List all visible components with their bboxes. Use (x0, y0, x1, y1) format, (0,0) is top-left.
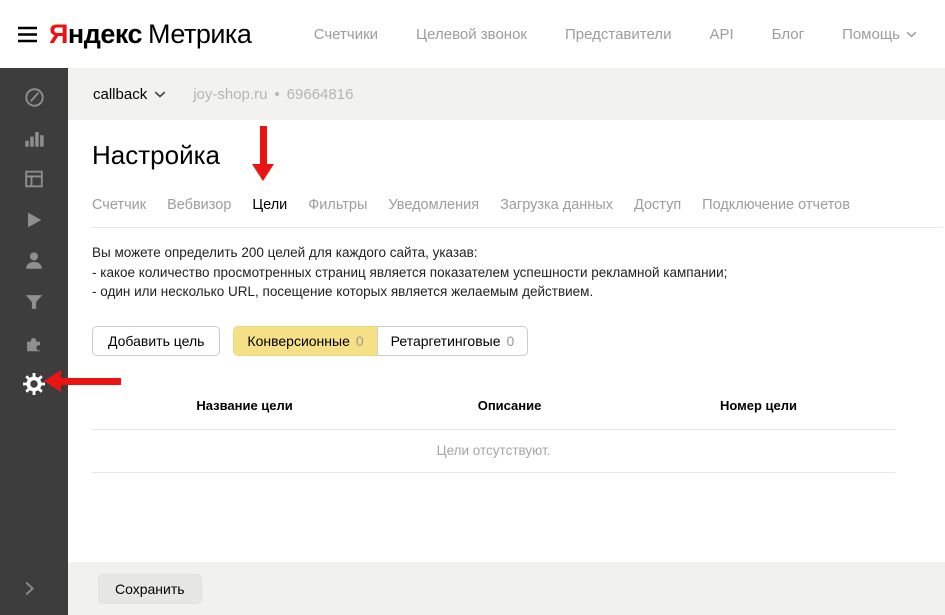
counter-name: callback (93, 86, 147, 103)
annotation-arrow-down-icon (252, 126, 274, 181)
tab-notifications[interactable]: Уведомления (388, 197, 479, 213)
widgets-layout-icon[interactable] (22, 167, 46, 191)
tab-reports-connection[interactable]: Подключение отчетов (702, 197, 850, 213)
nav-counters-label: Счетчики (314, 26, 378, 43)
counter-id: 69664816 (287, 86, 354, 103)
tab-filters[interactable]: Фильтры (308, 197, 367, 213)
column-description: Описание (397, 398, 622, 413)
nav-blog-label: Блог (772, 26, 804, 43)
counter-bar: callback joy-shop.ru • 69664816 (68, 68, 945, 120)
logo-word2: Метрика (148, 19, 251, 49)
settings-tabs: Счетчик Вебвизор Цели Фильтры Уведомлени… (92, 197, 945, 213)
counter-site-info: joy-shop.ru • 69664816 (193, 86, 353, 103)
nav-blog[interactable]: Блог (772, 26, 804, 43)
reports-bar-chart-icon[interactable] (22, 126, 46, 150)
nav-counters[interactable]: Счетчики (314, 26, 378, 43)
page-title: Настройка (92, 140, 945, 171)
hamburger-menu-icon[interactable] (15, 22, 39, 46)
counter-separator: • (274, 86, 279, 103)
nav-representatives[interactable]: Представители (565, 26, 671, 43)
tab-access[interactable]: Доступ (634, 197, 681, 213)
webvisor-play-icon[interactable] (22, 208, 46, 232)
chevron-down-icon (154, 91, 166, 98)
goals-empty-text: Цели отсутствуют. (437, 443, 551, 458)
chevron-down-icon (906, 31, 917, 38)
column-goal-name: Название цели (92, 398, 397, 413)
conversion-goals-count: 0 (356, 333, 364, 349)
nav-help-label: Помощь (842, 26, 900, 43)
tabs-divider (90, 227, 943, 228)
goals-description-intro: Вы можете определить 200 целей для каждо… (92, 243, 945, 263)
nav-target-call[interactable]: Целевой звонок (416, 26, 527, 43)
nav-api[interactable]: API (709, 26, 733, 43)
top-header: ЯндексМетрика Счетчики Целевой звонок Пр… (0, 0, 945, 68)
yandex-metrica-logo[interactable]: ЯндексМетрика (49, 19, 251, 50)
settings-content: Настройка Счетчик Вебвизор Цели Фильтры … (68, 120, 945, 562)
nav-target-call-label: Целевой звонок (416, 26, 527, 43)
goals-description: Вы можете определить 200 целей для каждо… (92, 243, 945, 302)
tab-webvisor[interactable]: Вебвизор (167, 197, 231, 213)
nav-api-label: API (709, 26, 733, 43)
goals-table: Название цели Описание Номер цели Цели о… (92, 398, 895, 473)
add-goal-button[interactable]: Добавить цель (92, 326, 220, 356)
tab-goals[interactable]: Цели (252, 197, 287, 213)
save-button[interactable]: Сохранить (98, 574, 202, 604)
logo-letter: Я (49, 19, 68, 49)
conversion-goals-label: Конверсионные (247, 333, 349, 349)
logo-word1: ндекс (68, 19, 142, 49)
sidebar (0, 68, 68, 615)
counter-selector[interactable]: callback (93, 86, 166, 103)
goals-empty-state: Цели отсутствуют. (92, 429, 895, 473)
top-nav: Счетчики Целевой звонок Представители AP… (314, 26, 945, 43)
nav-representatives-label: Представители (565, 26, 671, 43)
visitors-person-icon[interactable] (22, 249, 46, 273)
settings-gear-icon[interactable] (22, 372, 46, 396)
goal-type-toggle: Конверсионные 0 Ретаргетинговые 0 (233, 326, 528, 356)
dashboard-speedometer-icon[interactable] (22, 85, 46, 109)
goals-table-header: Название цели Описание Номер цели (92, 398, 895, 429)
sidebar-expand-chevron-icon[interactable] (24, 581, 35, 601)
counter-site: joy-shop.ru (193, 86, 267, 103)
goals-actions-row: Добавить цель Конверсионные 0 Ретаргетин… (92, 326, 945, 356)
footer-bar: Сохранить (68, 562, 945, 615)
segments-funnel-icon[interactable] (22, 290, 46, 314)
integrations-puzzle-icon[interactable] (22, 331, 46, 355)
retargeting-goals-label: Ретаргетинговые (391, 333, 501, 349)
goals-description-item: - один или несколько URL, посещение кото… (92, 282, 945, 302)
goals-description-item: - какое количество просмотренных страниц… (92, 263, 945, 283)
tab-data-upload[interactable]: Загрузка данных (500, 197, 613, 213)
tab-counter[interactable]: Счетчик (92, 197, 146, 213)
column-goal-number: Номер цели (622, 398, 895, 413)
retargeting-goals-count: 0 (507, 333, 515, 349)
annotation-arrow-left-icon (44, 370, 121, 392)
retargeting-goals-button[interactable]: Ретаргетинговые 0 (377, 326, 529, 356)
nav-help[interactable]: Помощь (842, 26, 917, 43)
conversion-goals-button[interactable]: Конверсионные 0 (233, 326, 376, 356)
